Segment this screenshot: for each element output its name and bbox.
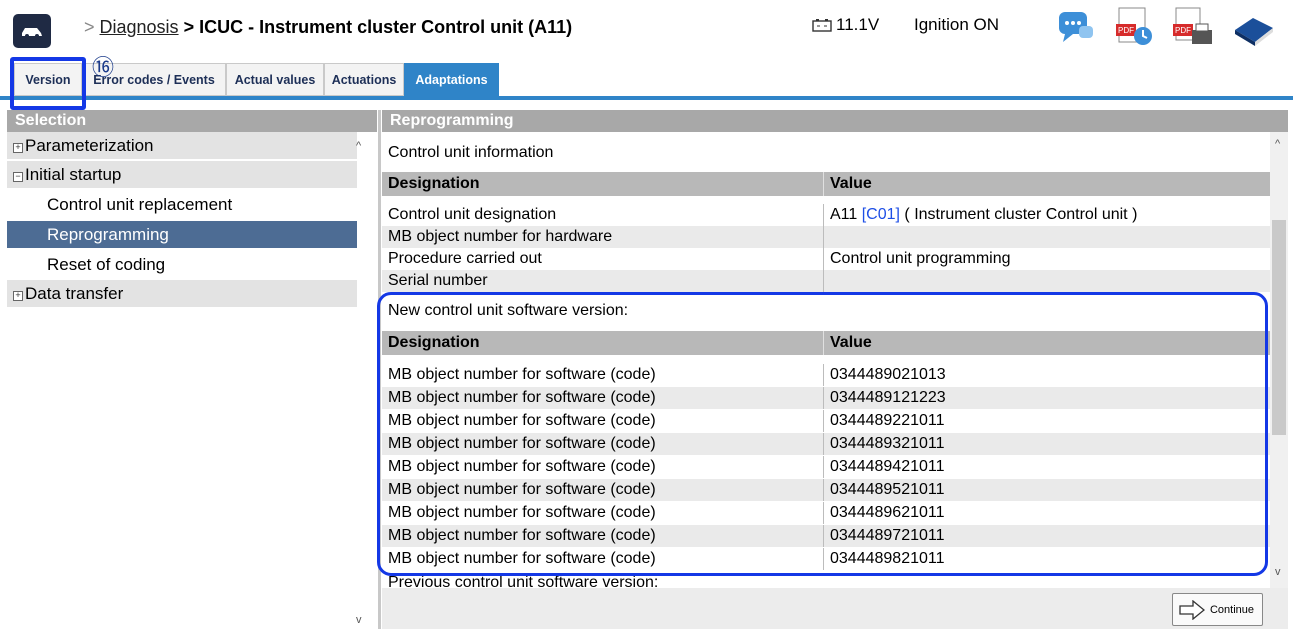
scroll-up-icon[interactable]: ^ (356, 140, 361, 152)
col-designation: Designation (388, 175, 480, 192)
breadcrumb: > Diagnosis > ICUC - Instrument cluster C… (84, 17, 572, 38)
table-row: Procedure carried out Control unit progr… (382, 248, 1270, 270)
table-row: MB object number for software (code) 0344… (382, 433, 1270, 455)
tree-item-label: Initial startup (25, 165, 122, 184)
reprogramming-panel: Reprogramming Control unit information D… (382, 110, 1288, 629)
col-value: Value (830, 334, 872, 351)
cell-value: 0344489521011 (830, 481, 945, 498)
table-row: Serial number (382, 270, 1270, 292)
cell-value: 0344489021013 (830, 366, 946, 383)
cell-designation: MB object number for software (code) (388, 550, 656, 567)
cell-value: 0344489321011 (830, 435, 945, 452)
tree-item-data-transfer[interactable]: + Data transfer (7, 280, 357, 307)
tab-actuations[interactable]: Actuations (324, 63, 404, 96)
table-row: MB object number for software (code) 0344… (382, 525, 1270, 547)
cell-designation: MB object number for software (code) (388, 458, 656, 475)
battery-icon (812, 19, 832, 32)
page-title: > ICUC - Instrument cluster Control unit… (183, 17, 573, 37)
c01-link[interactable]: [C01] (862, 206, 900, 223)
voltage-value: 11.1V (836, 15, 880, 34)
tree-item-initial-startup[interactable]: − Initial startup (7, 161, 357, 188)
annotation-marker: ⑯ (92, 55, 115, 80)
table-row: MB object number for software (code) 0344… (382, 479, 1270, 501)
expand-icon[interactable]: + (13, 291, 23, 301)
col-value: Value (830, 175, 872, 192)
scroll-up-icon[interactable]: ^ (1275, 138, 1280, 150)
chat-icon[interactable] (1055, 6, 1097, 48)
table-row: MB object number for software (code) 0344… (382, 410, 1270, 432)
selection-header: Selection (7, 110, 377, 132)
tab-adaptations[interactable]: Adaptations (404, 63, 499, 96)
scroll-down-icon[interactable]: v (1275, 566, 1281, 578)
version-tab-highlight (10, 57, 86, 110)
cell-designation: MB object number for software (code) (388, 366, 656, 383)
continue-button[interactable]: Continue (1172, 593, 1263, 626)
pdf-print-icon[interactable]: PDF (1170, 6, 1214, 50)
table-row: MB object number for hardware (382, 226, 1270, 248)
tree-item-control-unit-replacement[interactable]: Control unit replacement (7, 191, 357, 218)
table-row: Control unit designation A11 [C01] ( Ins… (382, 204, 1270, 226)
tab-bar: Version Error codes / Events Actual valu… (0, 60, 1293, 96)
left-scrollbar[interactable]: ^ v (356, 132, 370, 629)
section-new-software: New control unit software version: (388, 302, 629, 319)
tree-item-label: Parameterization (25, 136, 154, 155)
tree-item-parameterization[interactable]: + Parameterization (7, 132, 357, 159)
car-icon[interactable] (13, 14, 51, 48)
cell-value: 0344489421011 (830, 458, 945, 475)
ignition-status: Ignition ON (914, 15, 1000, 34)
cell-value: 0344489221011 (830, 412, 945, 429)
collapse-icon[interactable]: − (13, 172, 23, 182)
cell-designation: MB object number for software (code) (388, 527, 656, 544)
tree-item-reprogramming[interactable]: Reprogramming (7, 221, 357, 248)
table-row: MB object number for software (code) 0344… (382, 364, 1270, 386)
breadcrumb-diagnosis-link[interactable]: Diagnosis (100, 17, 179, 37)
info-table-header: Designation Value (382, 172, 1270, 196)
section-previous-software: Previous control unit software version: (388, 576, 659, 588)
cell-value: 0344489621011 (830, 504, 945, 521)
battery-voltage: 11.1V (812, 15, 879, 35)
cell-designation: MB object number for software (code) (388, 504, 656, 521)
tree-item-reset-of-coding[interactable]: Reset of coding (7, 251, 357, 278)
cell-value: 0344489821011 (830, 550, 945, 567)
cell-designation: MB object number for software (code) (388, 389, 656, 406)
header-bar: > Diagnosis > ICUC - Instrument cluster C… (0, 0, 1293, 56)
cell-value: 0344489721011 (830, 527, 945, 544)
col-designation: Designation (388, 334, 480, 351)
breadcrumb-separator: > (84, 17, 95, 37)
cell-designation: MB object number for software (code) (388, 481, 656, 498)
continue-label: Continue (1209, 603, 1254, 616)
table-row: MB object number for software (code) 0344… (382, 548, 1270, 570)
table-row: MB object number for software (code) 0344… (382, 456, 1270, 478)
table-row: MB object number for software (code) 0344… (382, 502, 1270, 524)
expand-icon[interactable]: + (13, 143, 23, 153)
cell-value: A11 [C01] ( Instrument cluster Control u… (830, 206, 1138, 223)
svg-text:PDF: PDF (1175, 26, 1191, 35)
cell-designation: MB object number for software (code) (388, 435, 656, 452)
tree-item-label: Data transfer (25, 284, 124, 303)
book-icon[interactable] (1231, 6, 1277, 50)
cell-designation: MB object number for software (code) (388, 412, 656, 429)
right-scrollbar-thumb[interactable] (1272, 220, 1286, 435)
software-table-header: Designation Value (382, 331, 1270, 355)
reprogramming-header: Reprogramming (382, 110, 1288, 132)
panel-splitter[interactable] (378, 110, 381, 629)
table-row: MB object number for software (code) 0344… (382, 387, 1270, 409)
bottom-bar (382, 588, 1288, 629)
svg-text:PDF: PDF (1118, 26, 1134, 35)
scroll-down-icon[interactable]: v (356, 614, 362, 626)
tab-underline (0, 96, 1293, 100)
section-control-unit-info: Control unit information (388, 144, 554, 161)
selection-panel: Selection + Parameterization − Initial sta… (7, 110, 377, 629)
pdf-clock-icon[interactable]: PDF (1113, 6, 1155, 50)
arrow-right-icon (1179, 600, 1205, 620)
tab-actual-values[interactable]: Actual values (226, 63, 324, 96)
cell-value: 0344489121223 (830, 389, 946, 406)
